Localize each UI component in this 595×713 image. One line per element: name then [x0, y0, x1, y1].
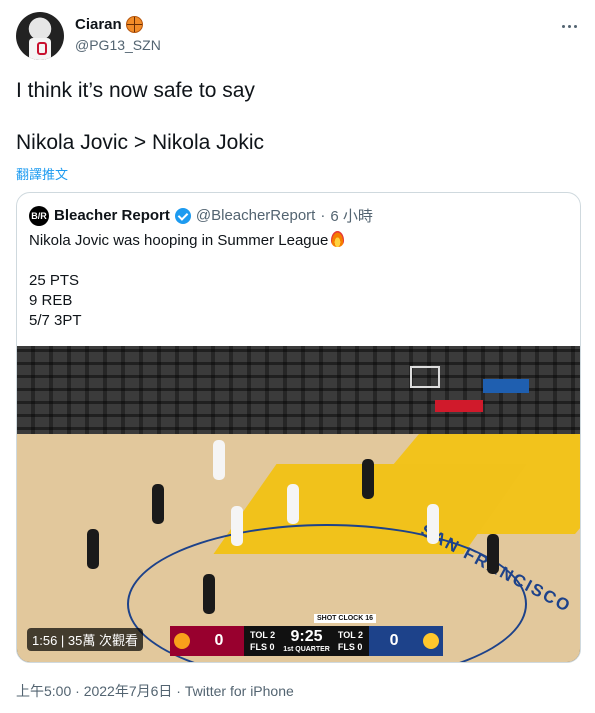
- fls-left: FLS 0: [250, 642, 275, 652]
- player: [362, 459, 374, 499]
- tweet-footer[interactable]: 上午5:00 · 2022年7月6日 · Twitter for iPhone: [16, 681, 294, 701]
- jersey-graphic: [29, 38, 51, 60]
- right-team-stats: TOL 2 FLS 0: [338, 629, 363, 653]
- heat-logo-icon: [170, 626, 194, 656]
- warriors-logo-icon: [419, 626, 444, 656]
- fire-icon: [331, 231, 345, 247]
- player: [427, 504, 439, 544]
- quote-text-line: Nikola Jovic was hooping in Summer Leagu…: [29, 231, 345, 251]
- basketball-icon: [125, 16, 143, 33]
- player: [87, 529, 99, 569]
- away-score: 0: [369, 626, 420, 656]
- quote-stat-pts: 25 PTS: [29, 272, 80, 289]
- backboard: [410, 366, 440, 388]
- quote-handle: @BleacherReport: [195, 207, 316, 224]
- clock-value: 9:25: [290, 627, 323, 645]
- shot-clock-label: SHOT CLOCK: [317, 615, 364, 622]
- tol-left: TOL 2: [250, 630, 276, 640]
- game-clock: 9:25 1st QUARTER: [283, 627, 330, 654]
- quote-body: Nikola Jovic was hooping in Summer Leagu…: [29, 231, 345, 331]
- video-duration: 1:56: [32, 633, 58, 648]
- player: [487, 534, 499, 574]
- quote-time: 6 小時: [330, 208, 373, 225]
- tweet-line-2: Nikola Jovic > Nikola Jokic: [16, 131, 265, 154]
- player: [287, 484, 299, 524]
- video-player[interactable]: SAN FRANCISCO 1:56 | 35萬 次觀看 0 SHOT CLOC…: [17, 346, 580, 662]
- player: [213, 440, 225, 480]
- scorebug-center: SHOT CLOCK 16 TOL 2 FLS 0 9:25 1st QUARTER…: [244, 614, 377, 656]
- avatar[interactable]: [16, 12, 64, 60]
- left-team-stats: TOL 2 FLS 0: [250, 629, 275, 653]
- tweet-line-1: I think it’s now safe to say: [16, 79, 255, 102]
- referee: [203, 574, 215, 614]
- verified-icon: [174, 207, 191, 224]
- quote-header: B/R Bleacher Report @BleacherReport · 6 …: [29, 205, 373, 226]
- quote-stat-reb: 9 REB: [29, 292, 73, 309]
- translate-link[interactable]: 翻譯推文: [16, 164, 68, 183]
- player: [152, 484, 164, 524]
- ticketmaster-sign: [483, 379, 529, 393]
- quote-stat-3pt: 5/7 3PT: [29, 312, 82, 329]
- tweet-header: Ciaran @PG13_SZN: [16, 12, 579, 62]
- quarter-label: 1st QUARTER: [283, 645, 330, 653]
- display-name[interactable]: Ciaran: [75, 16, 122, 33]
- shot-clock-value: 16: [365, 615, 374, 622]
- quote-text: Nikola Jovic was hooping in Summer Leagu…: [29, 232, 329, 249]
- name-row: Ciaran: [75, 16, 143, 33]
- home-score: 0: [194, 626, 244, 656]
- handle[interactable]: @PG13_SZN: [75, 37, 161, 53]
- bleacher-report-logo: B/R: [29, 205, 49, 226]
- video-views: 35萬 次觀看: [67, 633, 138, 648]
- tol-right: TOL 2: [337, 630, 364, 640]
- more-options-icon[interactable]: [559, 18, 579, 34]
- quote-blank-line: [29, 251, 344, 271]
- quote-display-name: Bleacher Report: [54, 207, 170, 224]
- fls-right: FLS 0: [337, 642, 363, 652]
- player: [231, 506, 243, 546]
- scorebug: 0 SHOT CLOCK 16 TOL 2 FLS 0 9:25 1st QUART…: [170, 614, 444, 656]
- sponsor-sign: [435, 400, 483, 412]
- quote-separator: ·: [320, 207, 326, 224]
- video-time-badge: 1:56 | 35萬 次觀看: [27, 628, 143, 651]
- shot-clock: SHOT CLOCK 16: [314, 614, 377, 623]
- quote-tweet-card[interactable]: B/R Bleacher Report @BleacherReport · 6 …: [16, 192, 581, 663]
